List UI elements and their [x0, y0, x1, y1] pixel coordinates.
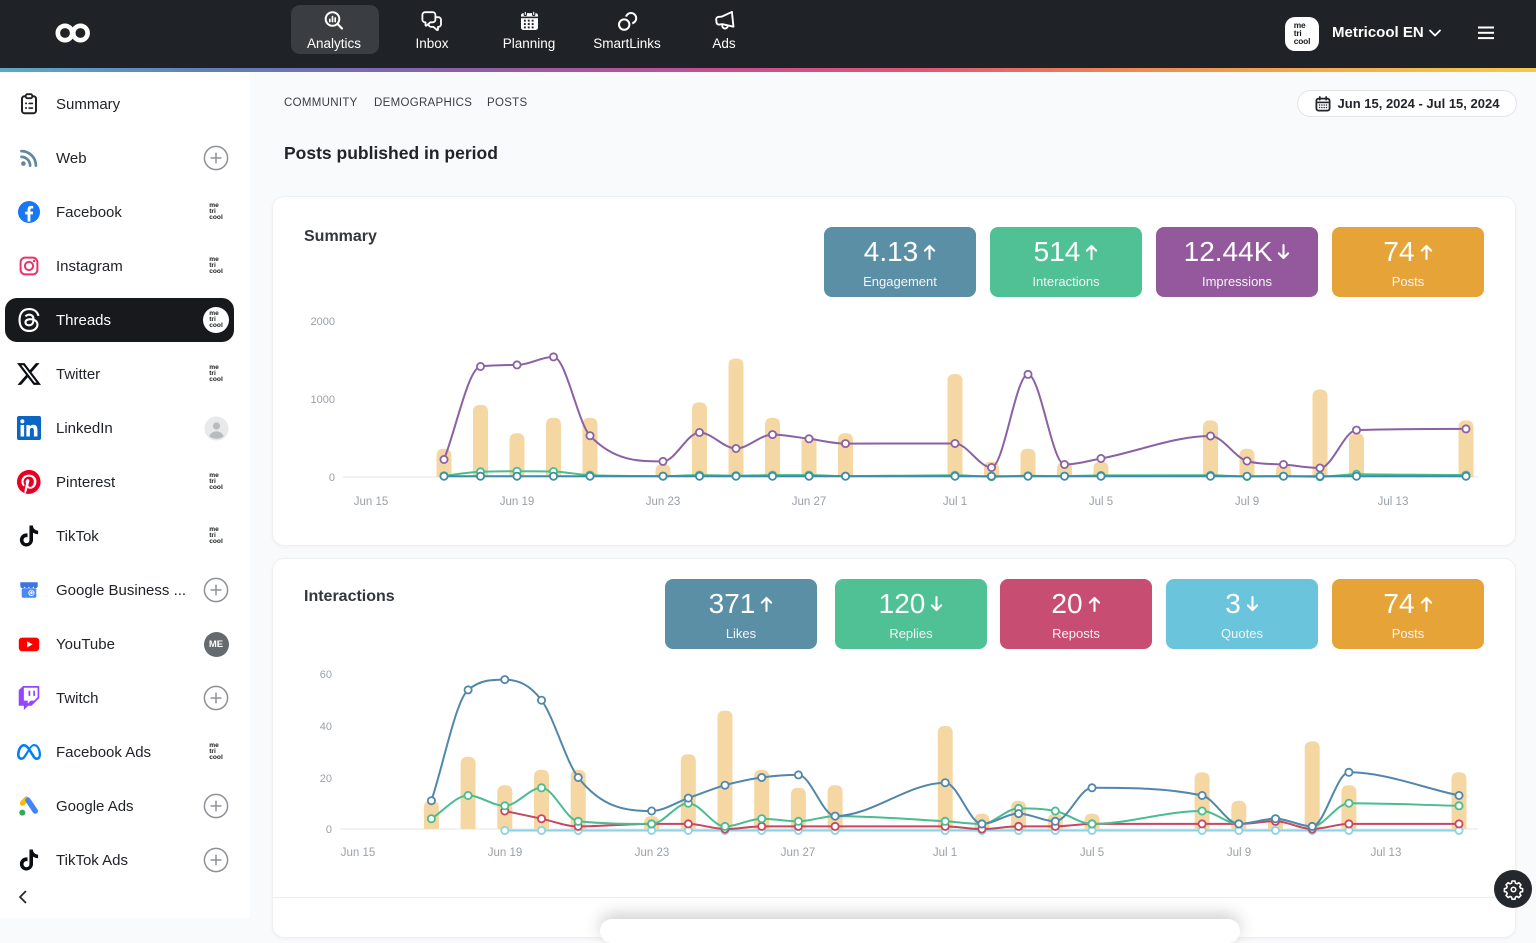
svg-text:Jul 5: Jul 5	[1089, 496, 1113, 508]
svg-text:20: 20	[320, 773, 332, 785]
svg-text:Jun 19: Jun 19	[488, 847, 523, 859]
svg-text:0: 0	[329, 472, 335, 484]
svg-text:Jun 23: Jun 23	[646, 496, 681, 508]
svg-text:40: 40	[320, 721, 332, 733]
svg-text:Jul 1: Jul 1	[933, 847, 957, 859]
svg-text:2000: 2000	[311, 316, 335, 328]
svg-text:0: 0	[326, 824, 332, 836]
svg-text:60: 60	[320, 669, 332, 681]
svg-text:Jun 27: Jun 27	[781, 847, 816, 859]
svg-text:Jun 23: Jun 23	[635, 847, 670, 859]
svg-text:Jun 27: Jun 27	[792, 496, 827, 508]
svg-text:Jun 19: Jun 19	[500, 496, 535, 508]
svg-text:Jul 1: Jul 1	[943, 496, 967, 508]
svg-text:Jul 9: Jul 9	[1235, 496, 1259, 508]
svg-text:Jun 15: Jun 15	[341, 847, 376, 859]
svg-text:Jun 15: Jun 15	[354, 496, 389, 508]
svg-text:Jul 13: Jul 13	[1371, 847, 1402, 859]
svg-text:Jul 9: Jul 9	[1227, 847, 1251, 859]
svg-text:1000: 1000	[311, 394, 335, 406]
svg-text:Jul 13: Jul 13	[1378, 496, 1409, 508]
svg-text:G: G	[29, 591, 34, 597]
svg-text:Jul 5: Jul 5	[1080, 847, 1104, 859]
